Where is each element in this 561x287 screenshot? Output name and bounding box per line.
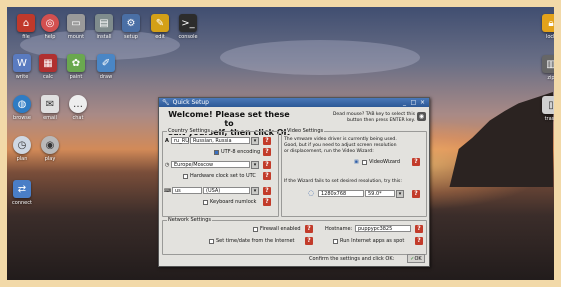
chevron-down-icon: ▾: [253, 162, 257, 168]
dialog-titlebar[interactable]: 🔧︎ Quick Setup _ □ ×: [159, 98, 429, 107]
network-settings-group: Network Settings Firewall enabled ? Host…: [162, 217, 427, 255]
ok-label: OK: [414, 256, 422, 262]
dialog-title: Quick Setup: [172, 99, 209, 106]
chat-icon: …: [69, 95, 87, 113]
calc-icon: ▦: [39, 54, 57, 72]
draw-icon: ✐: [97, 54, 115, 72]
display-icon: ◌: [308, 189, 315, 197]
trash-icon: ▯: [542, 96, 560, 114]
locale-code-field[interactable]: ru_RU: [171, 137, 189, 144]
keyboard-dropdown[interactable]: ▾: [251, 187, 259, 195]
dead-mouse-line-2: button then press ENTER key.: [347, 118, 415, 123]
desktop: ⌂ file ◎ help ▭ mount ▤ install ⚙ setup ✎ edit…: [0, 0, 561, 287]
spot-label: Run Internet apps as spot: [340, 238, 405, 244]
locale-name-field[interactable]: Russian, Russia: [190, 137, 250, 144]
videowizard-label[interactable]: VideoWizard: [369, 159, 400, 165]
numlock-checkbox[interactable]: [203, 200, 208, 205]
resolution-dropdown[interactable]: ▾: [396, 190, 404, 198]
confirm-text: Confirm the settings and click OK:: [309, 256, 395, 262]
utf8-help-button[interactable]: ?: [263, 148, 271, 156]
hostname-help-button[interactable]: ?: [415, 225, 423, 233]
resolution-help-button[interactable]: ?: [412, 190, 420, 198]
hwclock-checkbox[interactable]: [183, 174, 188, 179]
chevron-down-icon: ▾: [253, 138, 257, 144]
keyboard-name-field[interactable]: (USA): [203, 187, 250, 194]
monitor-icon: ▣: [354, 159, 359, 165]
timezone-field[interactable]: Europe/Moscow: [171, 161, 250, 168]
cloud: [220, 40, 420, 75]
video-settings-legend: Video Settings: [286, 128, 325, 134]
keyboard-help-button[interactable]: ?: [263, 187, 271, 195]
paint-icon: ✿: [67, 54, 85, 72]
network-settings-legend: Network Settings: [167, 217, 212, 223]
desktop-icon-lock[interactable]: 🔒︎ lock: [531, 14, 561, 40]
setup-icon: ⚙: [122, 14, 140, 32]
desktop-icon-zip[interactable]: ▥ zip: [531, 55, 561, 81]
timezone-help-button[interactable]: ?: [263, 161, 271, 169]
settime-label: Set time/date from the Internet: [216, 238, 295, 244]
hostname-field[interactable]: puppypc3825: [355, 225, 411, 232]
zip-icon: ▥: [542, 55, 560, 73]
firewall-label: Firewall enabled: [260, 226, 301, 232]
chevron-down-icon: ▾: [398, 191, 402, 197]
timezone-dropdown[interactable]: ▾: [251, 161, 259, 169]
clock-icon: ◷: [13, 136, 31, 154]
network-icon: ⇄: [13, 180, 31, 198]
videowizard-checkbox[interactable]: [362, 160, 367, 165]
spot-help-button[interactable]: ?: [415, 237, 423, 245]
quick-setup-dialog: 🔧︎ Quick Setup _ □ × Welcome! Please set…: [158, 97, 430, 267]
videowizard-help-button[interactable]: ?: [412, 158, 420, 166]
mail-icon: ✉: [41, 95, 59, 113]
utf8-checkbox[interactable]: [214, 150, 219, 155]
close-button[interactable]: ×: [419, 99, 426, 106]
globe-icon: ◍: [13, 95, 31, 113]
firewall-help-button[interactable]: ?: [305, 225, 313, 233]
desktop-icon-draw[interactable]: ✐ draw: [86, 54, 126, 80]
numlock-help-button[interactable]: ?: [263, 198, 271, 206]
spot-checkbox[interactable]: [333, 239, 338, 244]
numlock-label: Keyboard numlock: [210, 199, 257, 205]
pencil-icon: ✎: [151, 14, 169, 32]
video-info-line-3: or displacement, run the Video Wizard:: [284, 149, 374, 154]
video-info-text: The vmware video driver is currently bei…: [284, 137, 424, 155]
ok-button[interactable]: ✓OK: [407, 254, 425, 263]
lock-icon: 🔒︎: [542, 14, 560, 32]
mouse-icon: ◉: [418, 113, 425, 120]
maximize-button[interactable]: □: [410, 99, 417, 106]
hwclock-help-button[interactable]: ?: [263, 172, 271, 180]
keyboard-icon: ⌨: [164, 188, 172, 194]
chevron-down-icon: ▾: [253, 188, 257, 194]
minimize-button[interactable]: _: [401, 99, 408, 106]
video-settings-group: Video Settings The vmware video driver i…: [281, 128, 427, 217]
settime-checkbox[interactable]: [209, 239, 214, 244]
country-settings-legend: Country Settings: [167, 128, 211, 134]
desktop-icon-trash[interactable]: ▯ trash: [531, 96, 561, 122]
desktop-icon-play[interactable]: ◉ play: [30, 136, 70, 162]
locale-dropdown[interactable]: ▾: [251, 137, 259, 145]
film-icon: ◉: [41, 136, 59, 154]
utf8-label: UTF-8 encoding: [221, 149, 261, 155]
country-settings-group: Country Settings A ru_RU Russian, Russia…: [162, 128, 279, 217]
hostname-label: Hostname:: [325, 226, 353, 232]
firewall-checkbox[interactable]: [253, 227, 258, 232]
dead-mouse-hint: Dead mouse? TAB key to select this butto…: [309, 112, 415, 124]
locale-help-button[interactable]: ?: [263, 137, 271, 145]
refresh-field[interactable]: 59.0*: [365, 190, 395, 197]
wrench-icon: 🔧︎: [162, 99, 170, 106]
hwclock-label: Hardware clock set to UTC: [190, 173, 256, 179]
resolution-field[interactable]: 1280x768: [318, 190, 364, 197]
desktop-icon-chat[interactable]: … chat: [58, 95, 98, 121]
locale-icon: A: [165, 138, 169, 144]
drive-icon: ▭: [67, 14, 85, 32]
dead-mouse-button[interactable]: ◉: [417, 112, 426, 121]
welcome-line-1: Welcome! Please set these to: [168, 110, 290, 128]
terminal-icon: >_: [179, 14, 197, 32]
desktop-icon-console[interactable]: >_ console: [168, 14, 208, 40]
clock-icon: ◷: [165, 162, 170, 168]
desktop-icon-connect[interactable]: ⇄ connect: [2, 180, 42, 206]
wizard-fail-text: If the Wizard fails to set desired resol…: [284, 179, 402, 184]
keyboard-field[interactable]: us: [172, 187, 202, 194]
settime-help-button[interactable]: ?: [305, 237, 313, 245]
